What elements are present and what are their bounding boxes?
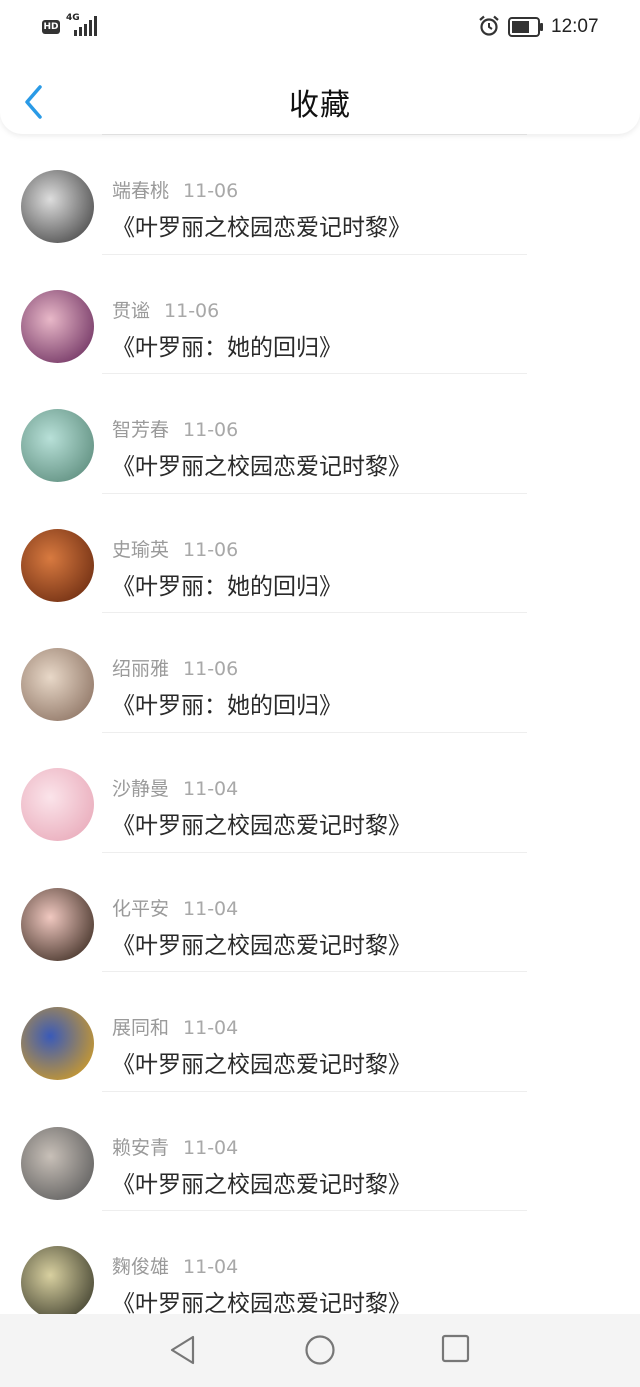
date: 11-06 bbox=[183, 538, 239, 561]
book-title[interactable]: 《叶罗丽：她的回归》 bbox=[112, 567, 342, 601]
date: 11-04 bbox=[183, 1256, 239, 1279]
divider bbox=[102, 1210, 527, 1212]
user-name[interactable]: 绍丽雅 bbox=[112, 658, 169, 680]
item-meta: 麴俊雄 11-04 bbox=[112, 1252, 238, 1279]
user-name[interactable]: 智芳春 bbox=[112, 419, 169, 441]
date: 11-06 bbox=[183, 419, 239, 442]
clock: 12:07 bbox=[551, 16, 599, 37]
book-title[interactable]: 《叶罗丽之校园恋爱记时黎》 bbox=[112, 926, 411, 960]
divider bbox=[102, 492, 527, 494]
avatar[interactable] bbox=[21, 409, 94, 483]
favorite-item[interactable]: 麴俊雄 11-04 《叶罗丽之校园恋爱记时黎》 bbox=[0, 1210, 640, 1314]
divider bbox=[102, 851, 527, 853]
avatar[interactable] bbox=[21, 1007, 94, 1081]
divider bbox=[102, 134, 527, 135]
date: 11-04 bbox=[183, 1136, 239, 1159]
app-header: HD 4G 12:07 收藏 bbox=[0, 0, 640, 134]
item-meta: 赖安青 11-04 bbox=[112, 1133, 238, 1160]
favorites-list: 端春桃 11-06 《叶罗丽之校园恋爱记时黎》 贯谧 11-06 《叶罗丽：她的回归》 智芳… bbox=[0, 134, 640, 1314]
favorite-item[interactable]: 史瑜英 11-06 《叶罗丽：她的回归》 bbox=[0, 492, 640, 612]
user-name[interactable]: 化平安 bbox=[112, 898, 169, 920]
item-meta: 展同和 11-04 bbox=[112, 1013, 238, 1040]
divider bbox=[102, 732, 527, 733]
alarm-icon bbox=[479, 15, 499, 36]
favorite-item[interactable]: 贯谧 11-06 《叶罗丽：她的回归》 bbox=[0, 253, 640, 373]
date: 11-06 bbox=[183, 180, 239, 202]
divider bbox=[102, 612, 527, 614]
date: 11-06 bbox=[164, 299, 220, 322]
date: 11-04 bbox=[183, 778, 239, 800]
divider bbox=[102, 373, 527, 375]
avatar[interactable] bbox=[21, 528, 94, 602]
hd-badge: HD bbox=[42, 20, 60, 34]
book-title[interactable]: 《叶罗丽：她的回归》 bbox=[112, 328, 342, 362]
signal-icon bbox=[74, 16, 97, 36]
book-title[interactable]: 《叶罗丽之校园恋爱记时黎》 bbox=[112, 1045, 411, 1079]
favorite-item[interactable]: 化平安 11-04 《叶罗丽之校园恋爱记时黎》 bbox=[0, 851, 640, 971]
system-nav-bar bbox=[0, 1314, 640, 1387]
user-name[interactable]: 端春桃 bbox=[112, 180, 169, 202]
favorite-item[interactable]: 展同和 11-04 《叶罗丽之校园恋爱记时黎》 bbox=[0, 971, 640, 1090]
book-title[interactable]: 《叶罗丽之校园恋爱记时黎》 bbox=[112, 806, 411, 840]
favorite-item[interactable]: 端春桃 11-06 《叶罗丽之校园恋爱记时黎》 bbox=[0, 134, 640, 253]
date: 11-06 bbox=[183, 658, 239, 681]
avatar[interactable] bbox=[21, 170, 94, 243]
item-meta: 智芳春 11-06 bbox=[112, 415, 238, 442]
book-title[interactable]: 《叶罗丽：她的回归》 bbox=[112, 686, 342, 720]
status-bar: HD 4G 12:07 bbox=[0, 0, 640, 54]
user-name[interactable]: 赖安青 bbox=[112, 1137, 169, 1159]
item-meta: 沙静曼 11-04 bbox=[112, 774, 238, 801]
battery-icon bbox=[508, 17, 543, 37]
user-name[interactable]: 史瑜英 bbox=[112, 539, 169, 561]
favorite-item[interactable]: 智芳春 11-06 《叶罗丽之校园恋爱记时黎》 bbox=[0, 373, 640, 492]
divider bbox=[102, 253, 527, 255]
divider bbox=[102, 971, 527, 973]
avatar[interactable] bbox=[21, 768, 94, 841]
date: 11-04 bbox=[183, 897, 239, 920]
avatar[interactable] bbox=[21, 1126, 94, 1200]
avatar[interactable] bbox=[21, 887, 94, 961]
avatar[interactable] bbox=[21, 648, 94, 722]
user-name[interactable]: 贯谧 bbox=[112, 300, 150, 322]
book-title[interactable]: 《叶罗丽之校园恋爱记时黎》 bbox=[112, 1284, 411, 1314]
item-meta: 绍丽雅 11-06 bbox=[112, 654, 238, 681]
user-name[interactable]: 展同和 bbox=[112, 1017, 169, 1039]
item-meta: 化平安 11-04 bbox=[112, 894, 238, 921]
favorite-item[interactable]: 赖安青 11-04 《叶罗丽之校园恋爱记时黎》 bbox=[0, 1090, 640, 1210]
item-meta: 史瑜英 11-06 bbox=[112, 535, 238, 562]
favorite-item[interactable]: 沙静曼 11-04 《叶罗丽之校园恋爱记时黎》 bbox=[0, 732, 640, 851]
item-meta: 贯谧 11-06 bbox=[112, 296, 219, 323]
circle-home-icon[interactable] bbox=[304, 1334, 336, 1366]
user-name[interactable]: 麴俊雄 bbox=[112, 1256, 169, 1278]
avatar[interactable] bbox=[21, 1246, 94, 1314]
divider bbox=[102, 1090, 527, 1092]
book-title[interactable]: 《叶罗丽之校园恋爱记时黎》 bbox=[112, 447, 411, 481]
book-title[interactable]: 《叶罗丽之校园恋爱记时黎》 bbox=[112, 208, 411, 242]
avatar[interactable] bbox=[21, 289, 94, 363]
item-meta: 端春桃 11-06 bbox=[112, 176, 238, 203]
date: 11-04 bbox=[183, 1017, 239, 1040]
favorite-item[interactable]: 绍丽雅 11-06 《叶罗丽：她的回归》 bbox=[0, 612, 640, 731]
book-title[interactable]: 《叶罗丽之校园恋爱记时黎》 bbox=[112, 1165, 411, 1199]
user-name[interactable]: 沙静曼 bbox=[112, 778, 169, 800]
square-recents-icon[interactable] bbox=[441, 1334, 471, 1364]
page-title: 收藏 bbox=[289, 88, 351, 123]
triangle-back-icon[interactable] bbox=[168, 1334, 198, 1366]
